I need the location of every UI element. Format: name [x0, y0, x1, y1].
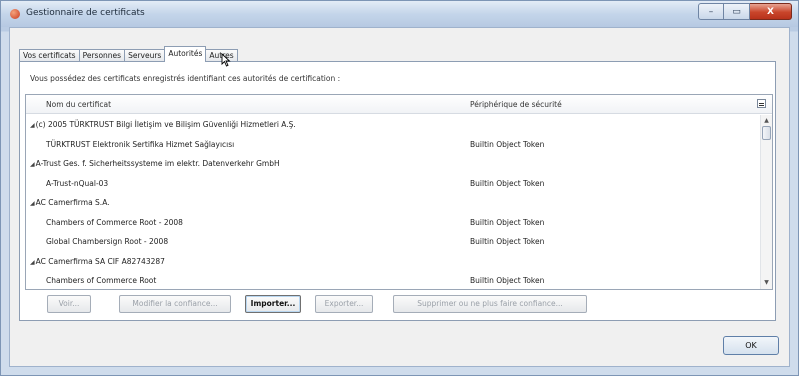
ok-button[interactable]: OK: [723, 336, 779, 355]
certificate-name-label: (c) 2005 TÜRKTRUST Bilgi İletişim ve Bil…: [35, 120, 296, 129]
certificate-name-label: A-Trust-nQual-03: [46, 178, 109, 188]
column-picker-icon[interactable]: [757, 99, 766, 108]
certificate-name-cell: ◢AC Camerfirma SA CIF A82743287: [30, 257, 165, 266]
window-controls: – ▭ X: [698, 3, 792, 20]
tree-header: Nom du certificat Périphérique de sécuri…: [26, 95, 772, 114]
security-device-cell: Builtin Object Token: [470, 139, 545, 149]
certificate-name-cell: A-Trust-nQual-03: [46, 179, 108, 188]
tree-item-row[interactable]: Chambers of Commerce Root Builtin Object …: [26, 271, 759, 289]
expand-collapse-icon[interactable]: ◢: [30, 161, 35, 168]
delete-button[interactable]: Supprimer ou ne plus faire confiance...: [393, 295, 587, 313]
intro-text: Vous possédez des certificats enregistré…: [30, 74, 341, 83]
tree-item-row[interactable]: Global Chambersign Root - 2008 Builtin Ob…: [26, 232, 759, 252]
certificate-manager-window: Gestionnaire de certificats – ▭ X Vos ce…: [0, 0, 799, 376]
certificate-name-cell: Global Chambersign Root - 2008: [46, 237, 168, 246]
tree-group-row[interactable]: ◢A-Trust Ges. f. Sicherheitssysteme im e…: [26, 154, 759, 174]
certificate-name-cell: Chambers of Commerce Root - 2008: [46, 218, 183, 227]
certificate-name-cell: ◢A-Trust Ges. f. Sicherheitssysteme im e…: [30, 159, 280, 168]
title-bar[interactable]: Gestionnaire de certificats – ▭ X: [1, 1, 798, 27]
tree-item-row[interactable]: Chambers of Commerce Root - 2008 Builtin …: [26, 213, 759, 233]
certificate-name-label: Global Chambersign Root - 2008: [46, 237, 169, 246]
export-button[interactable]: Exporter...: [315, 295, 373, 313]
tab-authorities[interactable]: Autorités: [164, 46, 207, 62]
tree-group-row[interactable]: ◢AC Camerfirma S.A.: [26, 193, 759, 213]
scrollbar-thumb[interactable]: [762, 126, 771, 140]
security-device-cell: Builtin Object Token: [470, 237, 545, 246]
maximize-button[interactable]: ▭: [724, 3, 750, 20]
certificate-name-cell: ◢AC Camerfirma S.A.: [30, 198, 110, 207]
close-button[interactable]: X: [750, 3, 792, 20]
scroll-down-icon[interactable]: ▼: [763, 279, 770, 287]
certificate-name-label: Chambers of Commerce Root: [46, 276, 157, 285]
vertical-scrollbar[interactable]: ▲ ▼: [760, 115, 772, 289]
certificate-name-label: Chambers of Commerce Root - 2008: [46, 217, 183, 227]
certificate-name-label: AC Camerfirma S.A.: [35, 198, 110, 207]
column-header-name[interactable]: Nom du certificat: [46, 100, 111, 109]
window-title: Gestionnaire de certificats: [26, 8, 145, 18]
security-device-cell: Builtin Object Token: [470, 178, 545, 188]
tree-group-row[interactable]: ◢AC Camerfirma SA CIF A82743287: [26, 252, 759, 272]
scroll-up-icon[interactable]: ▲: [763, 117, 770, 125]
edit-trust-button[interactable]: Modifier la confiance...: [119, 295, 231, 313]
expand-collapse-icon[interactable]: ◢: [30, 200, 35, 207]
import-button[interactable]: Importer...: [245, 295, 301, 313]
security-device-cell: Builtin Object Token: [470, 217, 545, 227]
tree-group-row[interactable]: ◢(c) 2005 TÜRKTRUST Bilgi İletişim ve Bi…: [26, 115, 759, 135]
certificate-name-label: AC Camerfirma SA CIF A82743287: [35, 256, 165, 266]
minimize-button[interactable]: –: [698, 3, 724, 20]
column-header-device[interactable]: Périphérique de sécurité: [470, 100, 562, 109]
view-button[interactable]: Voir...: [47, 295, 91, 313]
expand-collapse-icon[interactable]: ◢: [30, 122, 35, 129]
certificate-name-cell: TÜRKTRUST Elektronik Sertifika Hizmet Sa…: [46, 140, 234, 149]
tree-rows: ◢(c) 2005 TÜRKTRUST Bilgi İletişim ve Bi…: [26, 115, 759, 289]
certificate-name-label: A-Trust Ges. f. Sicherheitssysteme im el…: [35, 159, 280, 168]
mouse-pointer-icon: [221, 53, 231, 67]
tab-strip: Vos certificats Personnes Serveurs Autor…: [19, 46, 238, 62]
expand-collapse-icon[interactable]: ◢: [30, 259, 35, 266]
certificate-name-cell: Chambers of Commerce Root: [46, 276, 156, 285]
certificate-name-label: TÜRKTRUST Elektronik Sertifika Hizmet Sa…: [46, 139, 235, 149]
tree-item-row[interactable]: A-Trust-nQual-03 Builtin Object Token: [26, 174, 759, 194]
certificate-manager-icon: [10, 9, 20, 19]
certificate-tree[interactable]: Nom du certificat Périphérique de sécuri…: [25, 94, 773, 290]
tree-item-row[interactable]: TÜRKTRUST Elektronik Sertifika Hizmet Sa…: [26, 135, 759, 155]
security-device-cell: Builtin Object Token: [470, 276, 545, 285]
certificate-name-cell: ◢(c) 2005 TÜRKTRUST Bilgi İletişim ve Bi…: [30, 120, 296, 129]
